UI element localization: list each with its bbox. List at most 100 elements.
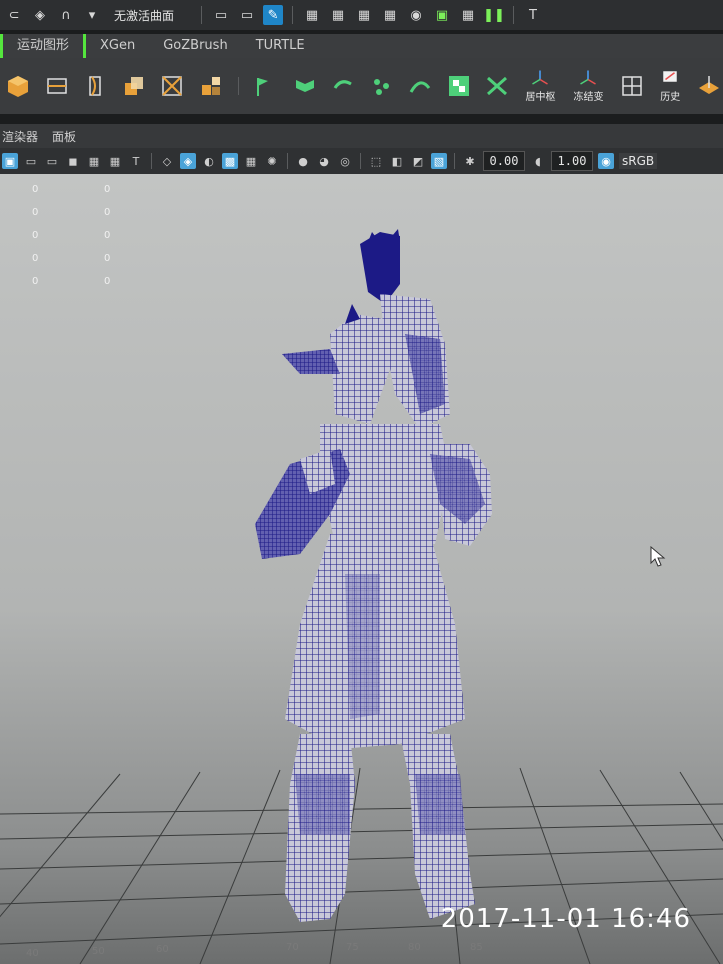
shelf-mirror-button[interactable] — [252, 69, 281, 103]
arnold-ipr-icon[interactable]: ▦ — [458, 5, 478, 25]
shelf-deform-button[interactable] — [158, 69, 187, 103]
checker-icon — [448, 76, 469, 96]
resolution-gate-icon[interactable]: ▭ — [44, 153, 60, 169]
pivot-axis-icon — [532, 70, 549, 85]
render-settings-icon[interactable]: ▦ — [380, 5, 400, 25]
grid-label: 40 — [26, 948, 39, 959]
tab-turtle[interactable]: TURTLE — [242, 34, 319, 58]
film-gate-icon[interactable]: ▭ — [23, 153, 39, 169]
wireframe-character[interactable] — [255, 229, 492, 922]
shelf-bend-button[interactable] — [81, 69, 110, 103]
wireframe-on-shaded-icon[interactable]: ▩ — [222, 153, 238, 169]
grid-axis-labels: 40 50 60 70 75 80 85 — [26, 942, 483, 959]
divider — [201, 6, 203, 24]
shelf-distribute-button[interactable] — [329, 69, 358, 103]
wireframe-icon[interactable]: ◇ — [159, 153, 175, 169]
gamma-field[interactable]: 1.00 — [551, 151, 593, 171]
text-tool-icon[interactable]: T — [523, 5, 543, 25]
panel-toolbar: ▣ ▭ ▭ ◼ ▦ ▦ T ◇ ◈ ◐ ▩ ▦ ✺ ● ◕ ◎ ⬚ ◧ ◩ ▧ … — [0, 148, 723, 174]
ambient-occlusion-icon[interactable]: ◕ — [316, 153, 332, 169]
dropdown-icon[interactable]: ▾ — [82, 5, 102, 25]
cube-icon — [8, 76, 29, 97]
photo-timestamp: 2017-11-01 16:46 — [440, 904, 691, 934]
hypershade-icon[interactable]: ◉ — [406, 5, 426, 25]
renderer-menu[interactable]: 渲染器 — [2, 128, 50, 145]
green-curve-icon — [409, 81, 431, 93]
shelf-checker-button[interactable] — [444, 69, 473, 103]
default-material-icon[interactable]: ◐ — [201, 153, 217, 169]
shelf-scatter-button[interactable] — [367, 69, 396, 103]
colorspace-dropdown[interactable]: sRGB — [619, 153, 658, 169]
exposure-icon[interactable]: ✱ — [462, 153, 478, 169]
layout-grid-icon — [621, 76, 642, 96]
center-pivot-button[interactable]: 居中枢 — [521, 69, 559, 103]
camera-attributes-icon[interactable]: ▣ — [2, 153, 18, 169]
textured-icon[interactable]: ▦ — [243, 153, 259, 169]
snap-point-icon[interactable]: ∩ — [56, 5, 76, 25]
shelf-toolbar: 居中枢 冻结变 历史 — [0, 58, 723, 114]
history-caption: 历史 — [660, 92, 681, 103]
construction-history-icon[interactable]: ✎ — [263, 5, 284, 25]
safe-action-icon[interactable]: ▦ — [107, 153, 123, 169]
shelf-align-button[interactable] — [290, 69, 319, 103]
output-ops-icon[interactable]: ▭ — [237, 5, 257, 25]
tab-xgen[interactable]: XGen — [86, 34, 149, 58]
magnet-snap-icon[interactable]: ⊂ — [4, 5, 24, 25]
shelf-fracture-button[interactable] — [197, 69, 226, 103]
gamma-icon[interactable]: ◖ — [530, 153, 546, 169]
green-arrow-icon — [333, 80, 352, 89]
shelf-extrude-button[interactable] — [120, 69, 149, 103]
tab-gozbrush[interactable]: GoZBrush — [149, 34, 241, 58]
ipr-render-icon[interactable]: ▦ — [354, 5, 374, 25]
scene-canvas: 40 50 60 70 75 80 85 — [0, 229, 723, 964]
grid-label: 60 — [156, 944, 169, 955]
shelf-curve-button[interactable] — [406, 69, 435, 103]
divider — [513, 6, 515, 24]
grid-label: 50 — [92, 946, 105, 957]
color-management-icon[interactable]: ◉ — [598, 153, 614, 169]
arnold-render-icon[interactable]: ▣ — [432, 5, 452, 25]
tab-motion-graphics[interactable]: 运动图形 — [0, 34, 87, 58]
render-frame-icon[interactable]: ▦ — [328, 5, 348, 25]
pause-icon[interactable]: ❚❚ — [483, 5, 505, 25]
shelf-split-button[interactable] — [43, 69, 72, 103]
motion-blur-icon[interactable]: ◎ — [337, 153, 353, 169]
input-ops-icon[interactable]: ▭ — [211, 5, 231, 25]
safe-title-icon[interactable]: T — [128, 153, 144, 169]
panels-menu[interactable]: 面板 — [52, 128, 88, 145]
shelf-cube-button[interactable] — [4, 69, 33, 103]
green-scatter-icon — [373, 79, 389, 95]
status-line: ⊂ ◈ ∩ ▾ 无激活曲面 ▭ ▭ ✎ ▦ ▦ ▦ ▦ ◉ ▣ ▦ ❚❚ T — [0, 0, 723, 30]
shadows-icon[interactable]: ● — [295, 153, 311, 169]
perspective-viewport[interactable]: 0 0 0 0 0 0 0 0 0 0 40 50 60 70 75 80 85 — [0, 174, 723, 964]
divider — [287, 153, 288, 169]
grid-label: 70 — [286, 942, 299, 953]
delete-history-button[interactable]: 历史 — [656, 69, 685, 103]
live-surface-label[interactable]: 无激活曲面 — [114, 7, 174, 24]
xray-icon[interactable]: ◧ — [389, 153, 405, 169]
smooth-shade-icon[interactable]: ◈ — [180, 153, 196, 169]
bend-icon — [89, 76, 101, 96]
grid-label: 80 — [408, 942, 421, 953]
green-flag-icon — [257, 78, 269, 96]
render-view-icon[interactable]: ▦ — [302, 5, 322, 25]
snap-curve-icon[interactable]: ◈ — [30, 5, 50, 25]
shelf-reset-button[interactable] — [694, 69, 723, 103]
ground-grid — [0, 767, 723, 964]
xray-active-icon[interactable]: ▧ — [431, 153, 447, 169]
divider — [454, 153, 455, 169]
isolate-select-icon[interactable]: ⬚ — [368, 153, 384, 169]
gate-mask-icon[interactable]: ◼ — [65, 153, 81, 169]
shelf-grid-button[interactable] — [617, 69, 646, 103]
divider — [151, 153, 152, 169]
xray-joints-icon[interactable]: ◩ — [410, 153, 426, 169]
deformer-icon — [162, 76, 182, 96]
mouse-cursor-icon — [650, 546, 666, 567]
field-chart-icon[interactable]: ▦ — [86, 153, 102, 169]
exposure-field[interactable]: 0.00 — [483, 151, 525, 171]
freeze-transforms-button[interactable]: 冻结变 — [569, 69, 607, 103]
shelf-snap-button[interactable] — [483, 69, 512, 103]
lighting-icon[interactable]: ✺ — [264, 153, 280, 169]
extrude-icon — [124, 77, 143, 95]
grid-label: 75 — [346, 942, 359, 953]
